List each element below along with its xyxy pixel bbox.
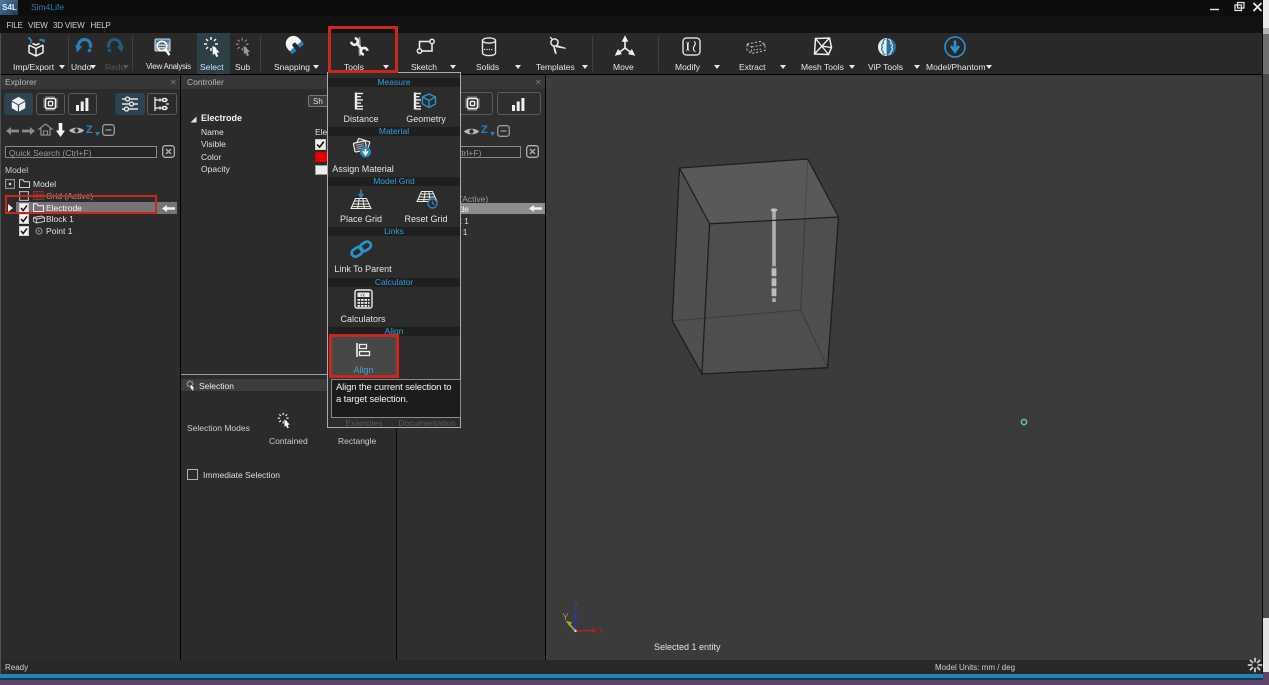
- svg-text:Z: Z: [573, 602, 579, 612]
- svg-text:x: x: [599, 626, 603, 635]
- svg-text:√x: √x: [360, 293, 365, 298]
- svg-text:Y: Y: [563, 612, 569, 622]
